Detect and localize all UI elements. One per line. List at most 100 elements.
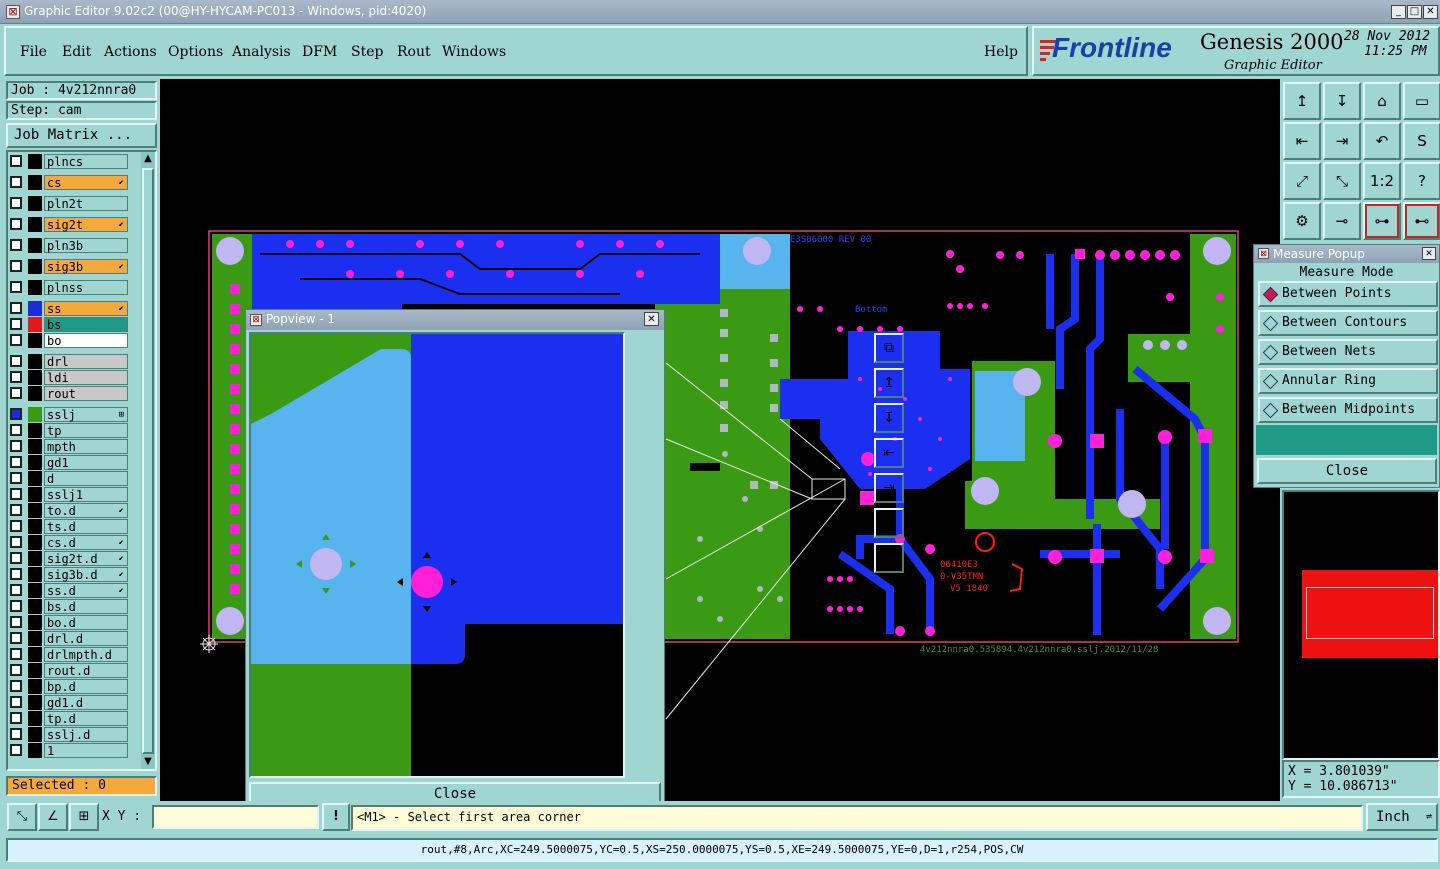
menu-edit[interactable]: Edit [62,44,91,60]
layer-color-swatch[interactable] [28,423,42,438]
maximize-button[interactable]: □ [1407,5,1422,19]
layer-checkbox[interactable] [10,712,22,724]
layer-name[interactable]: ts.d [44,519,128,534]
layer-name[interactable]: mpth [44,439,128,454]
measure-close-button[interactable]: Close [1257,458,1437,484]
fit-icon[interactable]: ⤢ [1283,162,1321,200]
grid-icon[interactable]: ⊞ [69,803,99,831]
popview-close-icon[interactable]: ✕ [644,312,659,326]
snap-icon[interactable]: ⤡ [7,803,37,831]
layer-checkbox[interactable] [10,302,22,314]
layer-color-swatch[interactable] [28,615,42,630]
layer-row-rout[interactable]: rout [10,386,128,401]
layer-name[interactable]: drl.d [44,631,128,646]
popview-pan-left-button[interactable]: ⇤ [874,438,904,468]
layer-checkbox[interactable] [10,440,22,452]
snap-icon[interactable]: ⊶ [1363,202,1401,240]
overview-map[interactable] [1282,490,1440,760]
layer-name[interactable]: bo.d [44,615,128,630]
layer-row-drl[interactable]: drl [10,354,128,369]
layer-name[interactable]: 1 [44,743,128,758]
undo-view-icon[interactable]: ↶ [1363,122,1401,160]
layer-color-swatch[interactable] [28,259,42,274]
layer-checkbox[interactable] [10,536,22,548]
layer-name[interactable]: tp.d [44,711,128,726]
layer-name[interactable]: sslj ⊞ [44,407,128,422]
layer-row-gd1-d[interactable]: gd1.d [10,695,128,710]
layer-row-pln2t[interactable]: pln2t [10,196,128,211]
layer-row-sig2t-d[interactable]: sig2t.d ⬋ [10,551,128,566]
layer-row-sig3b-d[interactable]: sig3b.d ⬋ [10,567,128,582]
layer-color-swatch[interactable] [28,535,42,550]
minimize-button[interactable]: _ [1391,5,1406,19]
layer-color-swatch[interactable] [28,743,42,758]
menu-help[interactable]: Help [984,44,1018,60]
close-button[interactable]: ✕ [1423,5,1438,19]
layer-row-sig2t[interactable]: sig2t ⬋ [10,217,128,232]
layer-row-ts-d[interactable]: ts.d [10,519,128,534]
layer-checkbox[interactable] [10,239,22,251]
layer-name[interactable]: sig3b.d ⬋ [44,567,128,582]
layer-row-ss[interactable]: ss ⬋ [10,301,128,316]
measure-option-between-contours[interactable]: Between Contours [1258,310,1438,336]
zoom-in-icon[interactable]: ↥ [1283,82,1321,120]
layer-name[interactable]: cs ⬋ [44,175,128,190]
layer-row-d[interactable]: d [10,471,128,486]
layer-row-mpth[interactable]: mpth [10,439,128,454]
help-icon[interactable]: ? [1403,162,1440,200]
layer-color-swatch[interactable] [28,695,42,710]
layer-name[interactable]: to.d ⬋ [44,503,128,518]
layer-name[interactable]: gd1.d [44,695,128,710]
layer-checkbox[interactable] [10,600,22,612]
layer-color-swatch[interactable] [28,439,42,454]
popview-fit-button[interactable]: ⤢ [874,508,904,538]
layer-color-swatch[interactable] [28,727,42,742]
layer-row-cs-d[interactable]: cs.d ⬋ [10,535,128,550]
pan-left-icon[interactable]: ⇤ [1283,122,1321,160]
layer-color-swatch[interactable] [28,386,42,401]
layer-name[interactable]: rout.d [44,663,128,678]
home-icon[interactable]: ⌂ [1363,82,1401,120]
layer-checkbox[interactable] [10,318,22,330]
popview-center-button[interactable]: ⊕ [874,543,904,573]
layer-name[interactable]: rout [44,386,128,401]
popview-pan-right-button[interactable]: ⇥ [874,473,904,503]
layer-checkbox[interactable] [10,648,22,660]
layer-color-swatch[interactable] [28,196,42,211]
layer-color-swatch[interactable] [28,503,42,518]
layer-row-to-d[interactable]: to.d ⬋ [10,503,128,518]
layer-row-drl-d[interactable]: drl.d [10,631,128,646]
layers-icon[interactable]: ⊷ [1403,202,1440,240]
layer-color-swatch[interactable] [28,663,42,678]
scroll-up-icon[interactable]: ▲ [141,152,155,166]
layer-name[interactable]: ss ⬋ [44,301,128,316]
layer-color-swatch[interactable] [28,519,42,534]
measure-option-between-points[interactable]: Between Points [1258,281,1438,307]
layer-color-swatch[interactable] [28,583,42,598]
center-icon[interactable]: ⤡ [1323,162,1361,200]
menu-file[interactable]: File [20,44,47,60]
popview-canvas[interactable] [249,332,625,778]
layer-row-sslj[interactable]: sslj ⊞ [10,407,128,422]
layer-row-bs[interactable]: bs [10,317,128,332]
scroll-down-icon[interactable]: ▼ [141,755,155,769]
layer-row-sslj1[interactable]: sslj1 [10,487,128,502]
measure-icon[interactable]: ⊸ [1323,202,1361,240]
measure-option-between-midpoints[interactable]: Between Midpoints [1258,397,1438,423]
layer-name[interactable]: drlmpth.d [44,647,128,662]
layer-name[interactable]: ldi [44,370,128,385]
layer-row-plncs[interactable]: plncs [10,154,128,169]
layer-name[interactable]: sslj1 [44,487,128,502]
layer-checkbox[interactable] [10,334,22,346]
layer-name[interactable]: bs [44,317,128,332]
layer-checkbox[interactable] [10,584,22,596]
layer-row-tp-d[interactable]: tp.d [10,711,128,726]
layer-checkbox[interactable] [10,616,22,628]
layer-scrollbar[interactable]: ▲ ▼ [141,152,155,769]
layer-checkbox[interactable] [10,424,22,436]
layer-row-gd1[interactable]: gd1 [10,455,128,470]
layer-row-bo-d[interactable]: bo.d [10,615,128,630]
layer-checkbox[interactable] [10,387,22,399]
layer-row-1[interactable]: 1 [10,743,128,758]
layer-name[interactable]: gd1 [44,455,128,470]
